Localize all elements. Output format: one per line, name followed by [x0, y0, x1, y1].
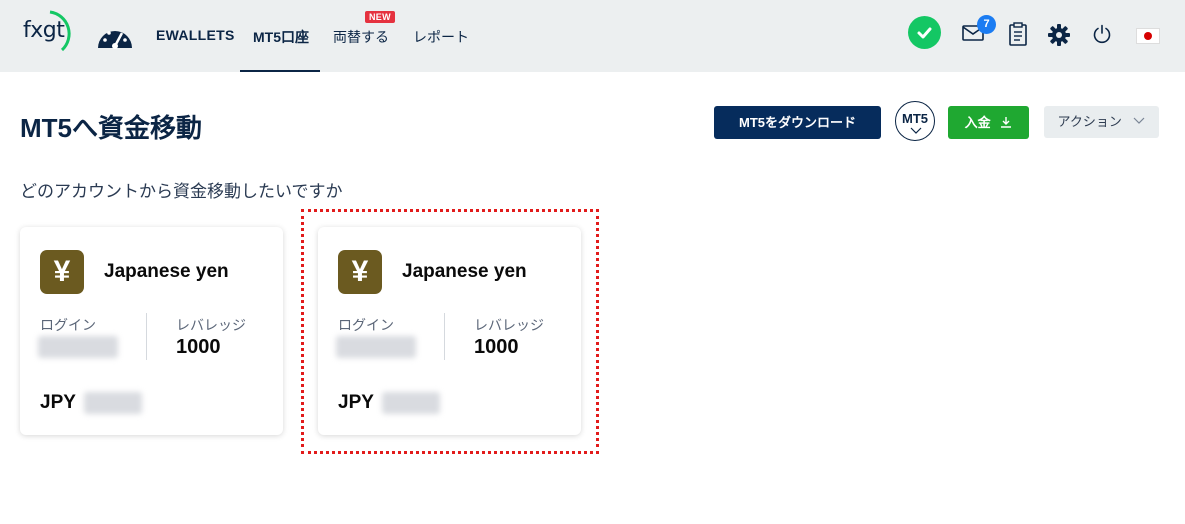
yen-icon: ¥: [338, 250, 382, 294]
login-label: ログイン: [338, 317, 394, 333]
actions-label: アクション: [1057, 114, 1122, 129]
account-card[interactable]: ¥ Japanese yen ログイン レバレッジ 1000 JPY: [20, 227, 283, 435]
chevron-down-icon: [910, 127, 922, 134]
nav-mt5-account[interactable]: MT5口座: [253, 27, 309, 47]
download-icon: [1001, 117, 1012, 128]
platform-selector-button[interactable]: MT5: [895, 101, 935, 141]
logo-text: fxgt: [23, 18, 65, 43]
deposit-label: 入金: [964, 115, 991, 130]
card-divider: [146, 313, 147, 360]
fxgt-logo[interactable]: fxgt: [20, 8, 76, 60]
currency-code: JPY: [338, 392, 374, 413]
nav-exchange[interactable]: 両替する: [333, 27, 389, 47]
account-card[interactable]: ¥ Japanese yen ログイン レバレッジ 1000 JPY: [318, 227, 581, 435]
nav-report[interactable]: レポート: [413, 27, 469, 47]
balance-value-redacted: [382, 392, 440, 414]
login-value-redacted: [336, 336, 416, 358]
chevron-down-icon: [1134, 117, 1145, 124]
currency-name: Japanese yen: [402, 261, 527, 282]
power-icon[interactable]: [1092, 24, 1112, 44]
login-value-redacted: [38, 336, 118, 358]
mail-count-badge: 7: [977, 15, 996, 34]
page-subtitle: どのアカウントから資金移動したいですか: [20, 182, 343, 201]
leverage-label: レバレッジ: [474, 317, 544, 333]
currency-name: Japanese yen: [104, 261, 229, 282]
clipboard-icon[interactable]: [1008, 22, 1028, 46]
login-label: ログイン: [40, 317, 96, 333]
active-tab-underline: [240, 70, 320, 72]
balance-value-redacted: [84, 392, 142, 414]
dashboard-gauge-icon[interactable]: [96, 20, 134, 52]
leverage-value: 1000: [176, 336, 221, 358]
yen-icon: ¥: [40, 250, 84, 294]
nav-ewallets[interactable]: EWALLETS: [156, 27, 235, 43]
card-divider: [444, 313, 445, 360]
deposit-button[interactable]: 入金: [948, 106, 1029, 139]
actions-dropdown[interactable]: アクション: [1044, 106, 1159, 138]
new-badge: NEW: [365, 11, 395, 23]
page-title: MT5へ資金移動: [20, 113, 203, 143]
gear-icon[interactable]: [1048, 24, 1070, 46]
platform-label: MT5: [902, 111, 928, 126]
check-icon[interactable]: [908, 16, 941, 49]
currency-code: JPY: [40, 392, 76, 413]
top-navigation-bar: fxgt EWALLETS MT5口座 両替する NEW レポート 7: [0, 0, 1185, 72]
download-mt5-button[interactable]: MT5をダウンロード: [714, 106, 881, 139]
japan-flag-icon[interactable]: [1136, 28, 1160, 44]
leverage-value: 1000: [474, 336, 519, 358]
leverage-label: レバレッジ: [176, 317, 246, 333]
